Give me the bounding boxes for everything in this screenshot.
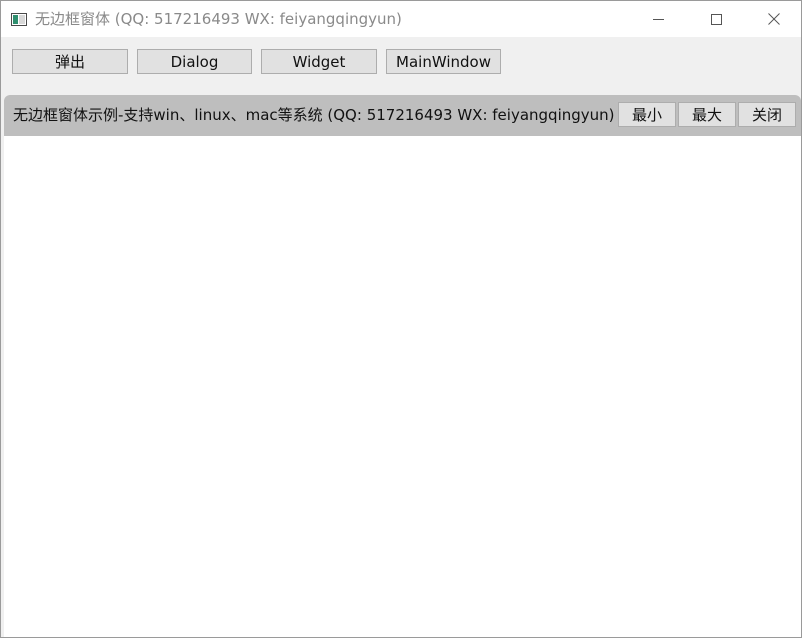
frameless-window: 无边框窗体示例-支持win、linux、mac等系统 (QQ: 51721649…: [4, 95, 801, 637]
minimize-button[interactable]: [629, 1, 687, 37]
frameless-close-button[interactable]: 关闭: [738, 102, 796, 127]
toolbar: 弹出 Dialog Widget MainWindow: [1, 37, 801, 95]
popup-button[interactable]: 弹出: [12, 49, 128, 74]
dialog-button[interactable]: Dialog: [137, 49, 252, 74]
close-icon: [768, 13, 780, 25]
main-window: 无边框窗体 (QQ: 517216493 WX: feiyangqingyun)…: [0, 0, 802, 638]
window-title: 无边框窗体 (QQ: 517216493 WX: feiyangqingyun): [35, 10, 402, 28]
widget-button[interactable]: Widget: [261, 49, 377, 74]
frameless-titlebar[interactable]: 无边框窗体示例-支持win、linux、mac等系统 (QQ: 51721649…: [4, 95, 801, 136]
frameless-content-area: [4, 136, 801, 637]
maximize-icon: [710, 13, 722, 25]
window-titlebar[interactable]: 无边框窗体 (QQ: 517216493 WX: feiyangqingyun): [1, 1, 801, 37]
frameless-minimize-button[interactable]: 最小: [618, 102, 676, 127]
mainwindow-button[interactable]: MainWindow: [386, 49, 501, 74]
close-button[interactable]: [745, 1, 801, 37]
app-icon: [11, 11, 27, 26]
frameless-maximize-button[interactable]: 最大: [678, 102, 736, 127]
maximize-button[interactable]: [687, 1, 745, 37]
frameless-title: 无边框窗体示例-支持win、linux、mac等系统 (QQ: 51721649…: [13, 106, 615, 124]
minimize-icon: [652, 14, 664, 25]
